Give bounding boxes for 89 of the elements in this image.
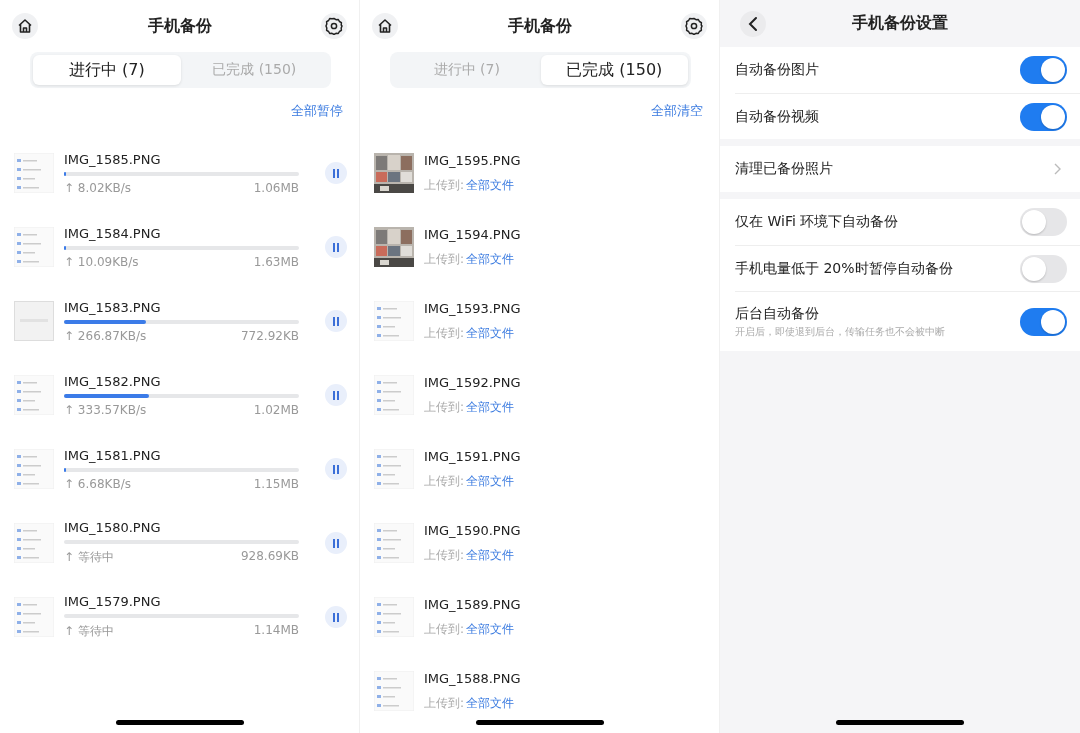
home-button[interactable] <box>372 13 398 39</box>
file-name: IMG_1582.PNG <box>64 373 162 389</box>
toggle-switch[interactable] <box>1020 307 1067 336</box>
file-size: 1.15MB <box>253 476 299 491</box>
upload-label: 上传到: <box>424 398 465 416</box>
destination-link[interactable]: 全部文件 <box>466 250 515 268</box>
file-size: 1.63MB <box>253 254 299 269</box>
home-icon <box>17 18 33 34</box>
upload-label: 上传到: <box>424 694 465 712</box>
setting-label: 后台自动备份 <box>735 304 820 323</box>
destination-link[interactable]: 全部文件 <box>466 176 515 194</box>
setting-label: 自动备份视频 <box>735 107 820 126</box>
tab[interactable]: 已完成 (150) <box>540 55 688 85</box>
pause-icon <box>333 464 339 474</box>
file-name: IMG_1581.PNG <box>64 447 162 463</box>
settings-button[interactable] <box>321 13 347 39</box>
setting-label: 清理已备份照片 <box>735 160 834 178</box>
upload-label: 上传到: <box>424 176 465 194</box>
pause-icon <box>333 316 339 326</box>
destination-link[interactable]: 全部文件 <box>466 472 515 490</box>
file-name: IMG_1594.PNG <box>424 226 522 242</box>
file-name: IMG_1590.PNG <box>424 522 522 538</box>
destination-link[interactable]: 全部文件 <box>466 694 515 712</box>
file-size: 772.92KB <box>240 328 299 343</box>
file-name: IMG_1584.PNG <box>64 225 162 241</box>
upload-speed: ↑ 等待中 <box>64 549 114 566</box>
settings-button[interactable] <box>681 13 707 39</box>
file-name: IMG_1579.PNG <box>64 594 162 609</box>
pause-icon <box>333 168 339 178</box>
file-name: IMG_1591.PNG <box>424 448 522 464</box>
toggle-switch[interactable] <box>1020 102 1067 131</box>
setting-label: 手机电量低于 20%时暂停自动备份 <box>735 259 954 278</box>
chevron-right-icon <box>1054 163 1061 175</box>
upload-label: 上传到: <box>424 472 465 490</box>
tab[interactable]: 进行中 (7) <box>33 55 181 85</box>
page-title: 手机备份 <box>507 15 572 37</box>
page-title: 手机备份 <box>147 15 212 37</box>
setting-label: 自动备份图片 <box>735 61 820 79</box>
destination-link[interactable]: 全部文件 <box>466 324 515 342</box>
file-size: 1.14MB <box>253 623 299 639</box>
pause-button[interactable] <box>325 384 347 406</box>
file-size: 1.06MB <box>253 180 299 195</box>
pause-button[interactable] <box>325 236 347 258</box>
pause-button[interactable] <box>325 310 347 332</box>
pause-icon <box>333 390 339 400</box>
back-button[interactable] <box>740 10 766 37</box>
destination-link[interactable]: 全部文件 <box>466 620 515 638</box>
home-icon <box>377 18 393 34</box>
upload-label: 上传到: <box>424 250 465 268</box>
home-button[interactable] <box>12 13 38 39</box>
toggle-switch[interactable] <box>1020 208 1067 236</box>
setting-label: 仅在 WiFi 环境下自动备份 <box>735 213 900 231</box>
file-name: IMG_1580.PNG <box>64 520 162 535</box>
upload-speed: ↑ 333.57KB/s <box>64 402 147 417</box>
file-name: IMG_1592.PNG <box>424 374 522 390</box>
upload-speed: ↑ 8.02KB/s <box>64 180 131 195</box>
file-name: IMG_1585.PNG <box>64 151 162 167</box>
upload-speed: ↑ 等待中 <box>64 623 114 640</box>
pause-button[interactable] <box>325 162 347 184</box>
page-title: 手机备份设置 <box>851 13 949 34</box>
action-link[interactable]: 全部清空 <box>651 102 703 120</box>
action-link[interactable]: 全部暂停 <box>291 102 343 120</box>
back-icon <box>748 15 758 32</box>
setting-description: 开启后，即使退到后台，传输任务也不会被中断 <box>735 324 946 339</box>
pause-button[interactable] <box>325 532 347 554</box>
upload-label: 上传到: <box>424 324 465 342</box>
pause-button[interactable] <box>325 606 347 628</box>
upload-label: 上传到: <box>424 546 465 564</box>
upload-speed: ↑ 10.09KB/s <box>64 254 139 269</box>
toggle-switch[interactable] <box>1020 254 1067 283</box>
file-name: IMG_1595.PNG <box>424 152 522 168</box>
upload-speed: ↑ 266.87KB/s <box>64 328 147 343</box>
settings-icon <box>685 17 703 35</box>
file-name: IMG_1593.PNG <box>424 300 522 316</box>
settings-icon <box>325 17 343 35</box>
destination-link[interactable]: 全部文件 <box>466 398 515 416</box>
file-size: 1.02MB <box>253 402 299 417</box>
file-size: 928.69KB <box>240 549 299 565</box>
file-name: IMG_1589.PNG <box>424 596 522 612</box>
destination-link[interactable]: 全部文件 <box>466 546 515 564</box>
pause-icon <box>333 612 339 622</box>
toggle-switch[interactable] <box>1020 56 1067 84</box>
file-name: IMG_1588.PNG <box>424 670 522 686</box>
pause-button[interactable] <box>325 458 347 480</box>
file-name: IMG_1583.PNG <box>64 299 162 315</box>
pause-icon <box>333 242 339 252</box>
pause-icon <box>333 538 339 548</box>
upload-label: 上传到: <box>424 620 465 638</box>
upload-speed: ↑ 6.68KB/s <box>64 476 131 491</box>
